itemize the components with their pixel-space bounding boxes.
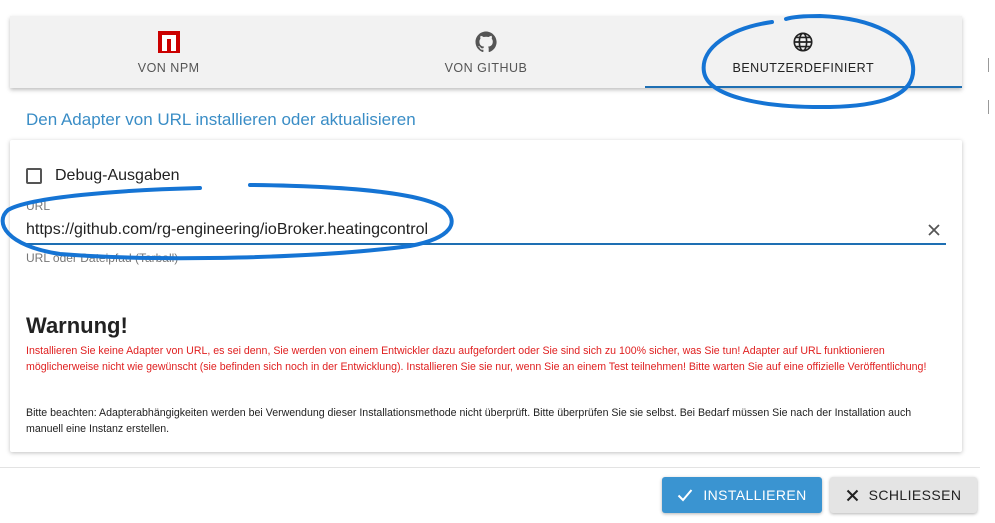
tab-github[interactable]: VON GITHUB: [327, 16, 644, 88]
background-window-edge: [980, 0, 995, 523]
install-button-label: INSTALLIEREN: [703, 487, 807, 503]
debug-label: Debug-Ausgaben: [55, 167, 180, 184]
globe-icon: [792, 29, 814, 55]
tab-custom-label: BENUTZERDEFINIERT: [732, 61, 875, 75]
github-icon: [474, 29, 498, 55]
install-dialog: VON NPM VON GITHUB BENUTZERDEFINIERT Den…: [0, 0, 980, 523]
close-button-label: SCHLIESSEN: [868, 487, 962, 503]
footer-divider: [0, 467, 980, 468]
url-label: URL: [26, 199, 51, 213]
warning-title: Warnung!: [26, 313, 128, 338]
url-underline: [26, 243, 946, 245]
clear-url-button[interactable]: [924, 220, 944, 240]
dialog-title: Den Adapter von URL installieren oder ak…: [26, 110, 416, 129]
tab-npm-label: VON NPM: [137, 61, 200, 75]
tab-github-label: VON GITHUB: [444, 61, 528, 75]
close-icon: [846, 489, 859, 502]
url-helper-text: URL oder Dateipfad (Tarball): [26, 251, 179, 265]
background-marker: [988, 58, 995, 72]
tab-bar: VON NPM VON GITHUB BENUTZERDEFINIERT: [10, 16, 963, 88]
url-input[interactable]: [26, 218, 916, 242]
install-button[interactable]: INSTALLIEREN: [662, 477, 822, 513]
close-button[interactable]: SCHLIESSEN: [830, 477, 977, 513]
close-icon: [928, 224, 940, 236]
install-form-card: Debug-Ausgaben URL URL oder Dateipfad (T…: [10, 140, 962, 452]
tab-custom[interactable]: BENUTZERDEFINIERT: [644, 16, 963, 88]
debug-option[interactable]: Debug-Ausgaben: [26, 167, 180, 185]
tab-npm[interactable]: VON NPM: [10, 16, 327, 88]
note-text: Bitte beachten: Adapterabhängigkeiten we…: [26, 407, 912, 435]
debug-checkbox[interactable]: [26, 168, 42, 184]
check-icon: [677, 488, 693, 502]
background-marker: [988, 100, 995, 114]
warning-text: Installieren Sie keine Adapter von URL, …: [26, 345, 927, 373]
npm-icon: [157, 29, 181, 55]
